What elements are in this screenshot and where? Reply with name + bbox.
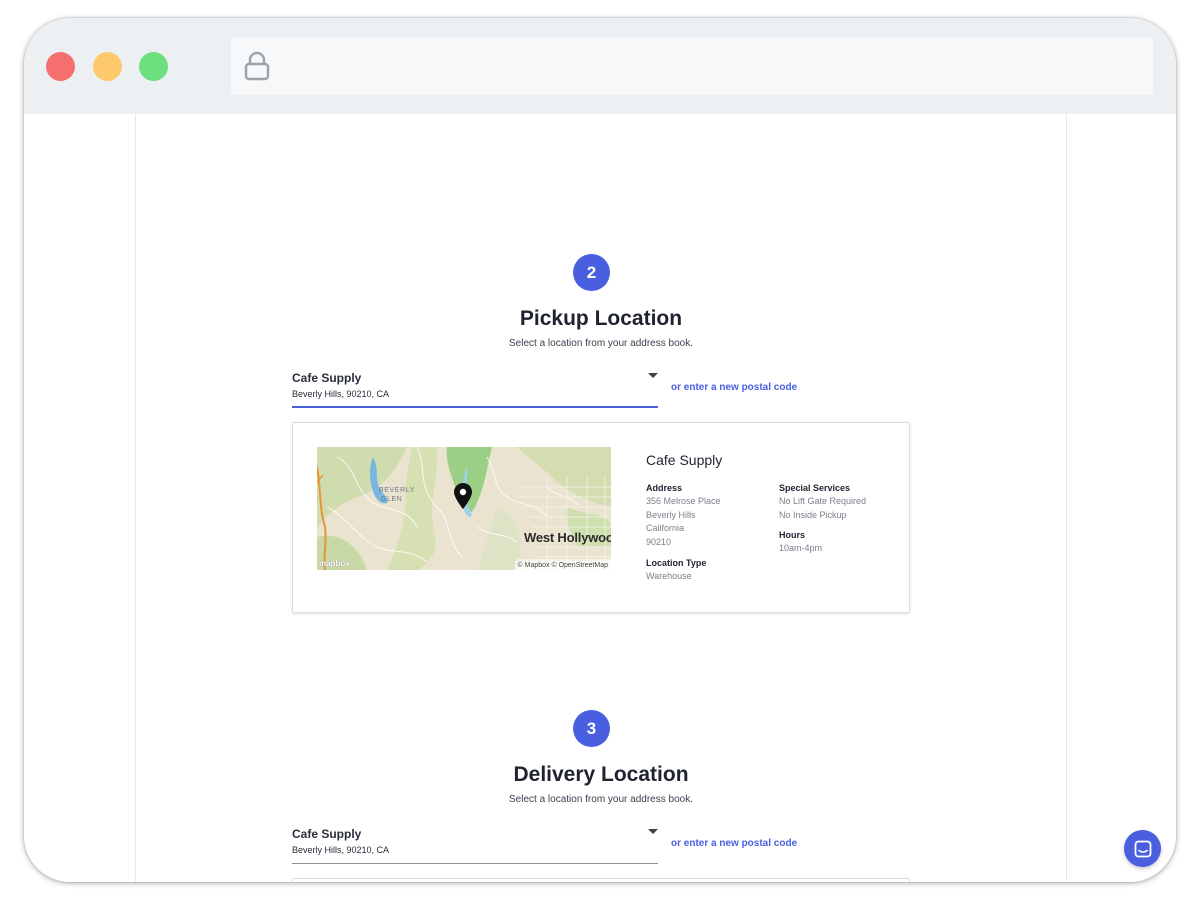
special-services-label: Special Services (779, 483, 851, 493)
pickup-location-card: BEVERLY GLEN West Hollywood mapbox © Map… (292, 422, 910, 613)
location-type-label: Location Type (646, 558, 707, 568)
delivery-location-select[interactable]: Cafe Supply Beverly Hills, 90210, CA (292, 826, 658, 864)
hours-label: Hours (779, 530, 806, 540)
map-city-label: West Hollywood (524, 530, 611, 545)
pickup-step-badge: 2 (573, 254, 610, 291)
pickup-select-name: Cafe Supply (292, 371, 362, 385)
delivery-select-underline (292, 863, 658, 864)
pickup-postal-code-link[interactable]: or enter a new postal code (671, 382, 797, 393)
delivery-section-title: Delivery Location (513, 763, 689, 786)
minimize-window-button[interactable] (93, 52, 122, 81)
map-pin-icon (454, 483, 472, 509)
pickup-section-subtitle: Select a location from your address book… (509, 338, 693, 349)
address-label: Address (646, 483, 683, 493)
special-services-value: No Lift Gate Required No Inside Pickup (779, 496, 867, 520)
chevron-down-icon (648, 829, 658, 834)
mapbox-logo: mapbox (319, 559, 350, 568)
close-window-button[interactable] (46, 52, 75, 81)
page-viewport: 2 Pickup Location Select a location from… (24, 114, 1176, 882)
map-neighborhood-label: BEVERLY GLEN (379, 487, 415, 503)
page-content: 2 Pickup Location Select a location from… (135, 114, 1067, 882)
location-card-title: Cafe Supply (646, 452, 723, 468)
browser-window: 2 Pickup Location Select a location from… (24, 18, 1176, 882)
chat-icon (1134, 840, 1151, 857)
maximize-window-button[interactable] (139, 52, 168, 81)
delivery-select-address: Beverly Hills, 90210, CA (292, 845, 390, 855)
address-bar[interactable] (231, 37, 1153, 95)
delivery-step-badge: 3 (573, 710, 610, 747)
address-value: 356 Melrose Place Beverly Hills Californ… (646, 496, 721, 548)
delivery-postal-code-link[interactable]: or enter a new postal code (671, 838, 797, 849)
map-attribution[interactable]: © Mapbox © OpenStreetMap (514, 561, 611, 570)
delivery-location-card (292, 878, 910, 882)
pickup-map[interactable]: BEVERLY GLEN West Hollywood mapbox © Map… (317, 447, 611, 570)
pickup-location-select[interactable]: Cafe Supply Beverly Hills, 90210, CA (292, 370, 658, 408)
hours-value: 10am-4pm (779, 543, 823, 553)
pickup-select-underline (292, 406, 658, 408)
delivery-select-name: Cafe Supply (292, 827, 362, 841)
location-type-value: Warehouse (646, 571, 692, 581)
chat-button[interactable] (1124, 830, 1161, 867)
pickup-section-title: Pickup Location (519, 307, 683, 330)
browser-titlebar (24, 18, 1176, 114)
chevron-down-icon (648, 373, 658, 378)
pickup-select-address: Beverly Hills, 90210, CA (292, 389, 390, 399)
lock-icon (244, 51, 270, 81)
delivery-section-subtitle: Select a location from your address book… (509, 794, 693, 805)
